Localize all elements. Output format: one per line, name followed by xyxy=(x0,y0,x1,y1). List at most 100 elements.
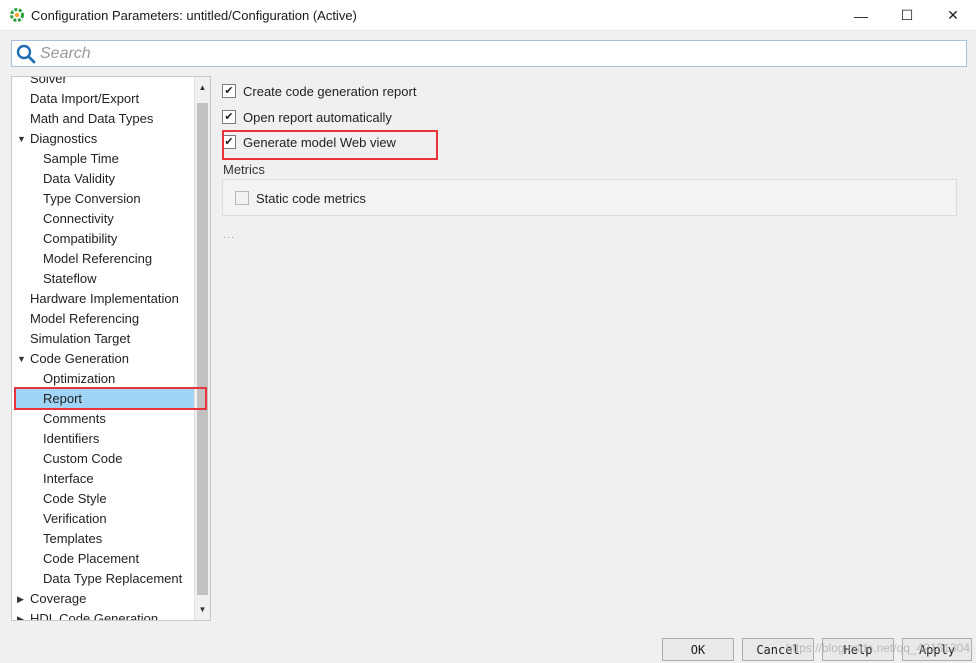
expand-down-icon[interactable]: ▼ xyxy=(17,129,27,149)
scroll-up-icon[interactable]: ▲ xyxy=(195,79,210,96)
open-report-row[interactable]: ✔ Open report automatically xyxy=(222,107,392,127)
scroll-down-icon[interactable]: ▼ xyxy=(195,601,210,618)
tree-item-label: Interface xyxy=(43,471,94,486)
static-metrics-label: Static code metrics xyxy=(256,190,366,206)
search-bar xyxy=(11,40,967,67)
tree-item-label: Code Placement xyxy=(43,551,140,566)
web-view-checkbox[interactable]: ✔ xyxy=(222,135,236,149)
tree-item-label: Identifiers xyxy=(43,431,100,446)
expand-down-icon[interactable]: ▼ xyxy=(17,349,27,369)
create-report-row[interactable]: ✔ Create code generation report xyxy=(222,81,416,101)
web-view-label: Generate model Web view xyxy=(243,134,396,150)
category-tree: Solver Data Import/Export Math and Data Ty… xyxy=(11,76,211,621)
tree-item-label: Data Import/Export xyxy=(30,91,140,106)
search-input[interactable] xyxy=(40,41,940,66)
tree-item-label: Coverage xyxy=(30,591,87,606)
tree-item[interactable]: Solver xyxy=(12,76,195,89)
tree-item[interactable]: ▼ Diagnostics xyxy=(12,129,195,149)
tree-item[interactable]: Simulation Target xyxy=(12,329,195,349)
checkmark-icon: ✔ xyxy=(224,84,234,97)
tree-item-label: Connectivity xyxy=(43,211,114,226)
tree-item[interactable]: Type Conversion xyxy=(12,189,195,209)
open-report-label: Open report automatically xyxy=(243,109,392,125)
tree-item-label: Report xyxy=(43,391,83,406)
dialog-footer: OK Cancel Help Apply xyxy=(0,629,976,663)
tree-item[interactable]: ▶ HDL Code Generation xyxy=(12,609,195,621)
tree-item[interactable]: Report xyxy=(16,389,199,409)
tree-item[interactable]: Model Referencing xyxy=(12,249,195,269)
cancel-button[interactable]: Cancel xyxy=(742,638,814,661)
apply-button[interactable]: Apply xyxy=(902,638,972,661)
report-settings-panel: ✔ Create code generation report ✔ Open r… xyxy=(222,76,967,621)
tree-item-label: Verification xyxy=(43,511,107,526)
tree-item-label: Templates xyxy=(43,531,103,546)
window-title: Configuration Parameters: untitled/Confi… xyxy=(31,7,357,23)
tree-item[interactable]: Sample Time xyxy=(12,149,195,169)
tree-item-label: Custom Code xyxy=(43,451,123,466)
help-button[interactable]: Help xyxy=(822,638,894,661)
tree-item-label: Math and Data Types xyxy=(30,111,154,126)
tree-item-label: Code Generation xyxy=(30,351,130,366)
tree-item[interactable]: Verification xyxy=(12,509,195,529)
metrics-section-title: Metrics xyxy=(223,162,265,177)
create-report-checkbox[interactable]: ✔ xyxy=(222,84,236,98)
tree-item[interactable]: Hardware Implementation xyxy=(12,289,195,309)
simulink-gear-icon xyxy=(10,8,24,22)
maximize-button[interactable]: ☐ xyxy=(884,0,930,31)
tree-item-label: Code Style xyxy=(43,491,107,506)
tree-item-label: Data Validity xyxy=(43,171,116,186)
tree-scrollbar[interactable]: ▲ ▼ xyxy=(194,77,210,620)
tree-item[interactable]: ▶ Coverage xyxy=(12,589,195,609)
title-bar: Configuration Parameters: untitled/Confi… xyxy=(0,0,976,31)
tree-item[interactable]: Identifiers xyxy=(12,429,195,449)
tree-item[interactable]: Interface xyxy=(12,469,195,489)
window-controls: — ☐ ✕ xyxy=(838,0,976,31)
tree-item[interactable]: Data Import/Export xyxy=(12,89,195,109)
search-icon xyxy=(16,44,36,63)
tree-item[interactable]: Comments xyxy=(12,409,195,429)
metrics-group: Static code metrics xyxy=(222,179,957,216)
tree-item-label: Optimization xyxy=(43,371,116,386)
tree-item-label: Hardware Implementation xyxy=(30,291,179,306)
checkmark-icon: ✔ xyxy=(224,110,234,123)
tree-item[interactable]: Templates xyxy=(12,529,195,549)
close-button[interactable]: ✕ xyxy=(930,0,976,31)
tree-item[interactable]: Code Style xyxy=(12,489,195,509)
static-metrics-checkbox[interactable] xyxy=(235,191,249,205)
expand-right-icon[interactable]: ▶ xyxy=(17,609,27,620)
tree-item[interactable]: Data Type Replacement xyxy=(12,569,195,589)
open-report-checkbox[interactable]: ✔ xyxy=(222,110,236,124)
tree-item-label: Model Referencing xyxy=(30,311,140,326)
tree-item-label: Stateflow xyxy=(43,271,97,286)
tree-item-label: Model Referencing xyxy=(43,251,153,266)
tree-item[interactable]: Custom Code xyxy=(12,449,195,469)
tree-item-label: HDL Code Generation xyxy=(30,611,159,621)
tree-item[interactable]: Connectivity xyxy=(12,209,195,229)
tree-item[interactable]: Model Referencing xyxy=(12,309,195,329)
create-report-label: Create code generation report xyxy=(243,83,417,99)
tree-item-label: Simulation Target xyxy=(30,331,131,346)
tree-item-label: Diagnostics xyxy=(30,131,98,146)
tree-item[interactable]: Optimization xyxy=(12,369,195,389)
more-indicator: ... xyxy=(223,229,236,241)
tree-item[interactable]: Data Validity xyxy=(12,169,195,189)
tree-item-label: Solver xyxy=(30,76,67,86)
tree-item[interactable]: Math and Data Types xyxy=(12,109,195,129)
scroll-thumb[interactable] xyxy=(197,103,208,595)
web-view-row[interactable]: ✔ Generate model Web view xyxy=(222,132,396,152)
tree-item[interactable]: Stateflow xyxy=(12,269,195,289)
tree-item-label: Sample Time xyxy=(43,151,119,166)
minimize-button[interactable]: — xyxy=(838,0,884,31)
static-metrics-row[interactable]: Static code metrics xyxy=(235,188,366,208)
expand-right-icon[interactable]: ▶ xyxy=(17,589,27,609)
tree-item-label: Compatibility xyxy=(43,231,118,246)
tree-item-label: Type Conversion xyxy=(43,191,141,206)
tree-item-label: Comments xyxy=(43,411,106,426)
tree-list: Solver Data Import/Export Math and Data Ty… xyxy=(12,76,199,621)
ok-button[interactable]: OK xyxy=(662,638,734,661)
tree-item-label: Data Type Replacement xyxy=(43,571,183,586)
checkmark-icon: ✔ xyxy=(224,135,234,148)
tree-item[interactable]: ▼ Code Generation xyxy=(12,349,195,369)
tree-item[interactable]: Code Placement xyxy=(12,549,195,569)
tree-item[interactable]: Compatibility xyxy=(12,229,195,249)
